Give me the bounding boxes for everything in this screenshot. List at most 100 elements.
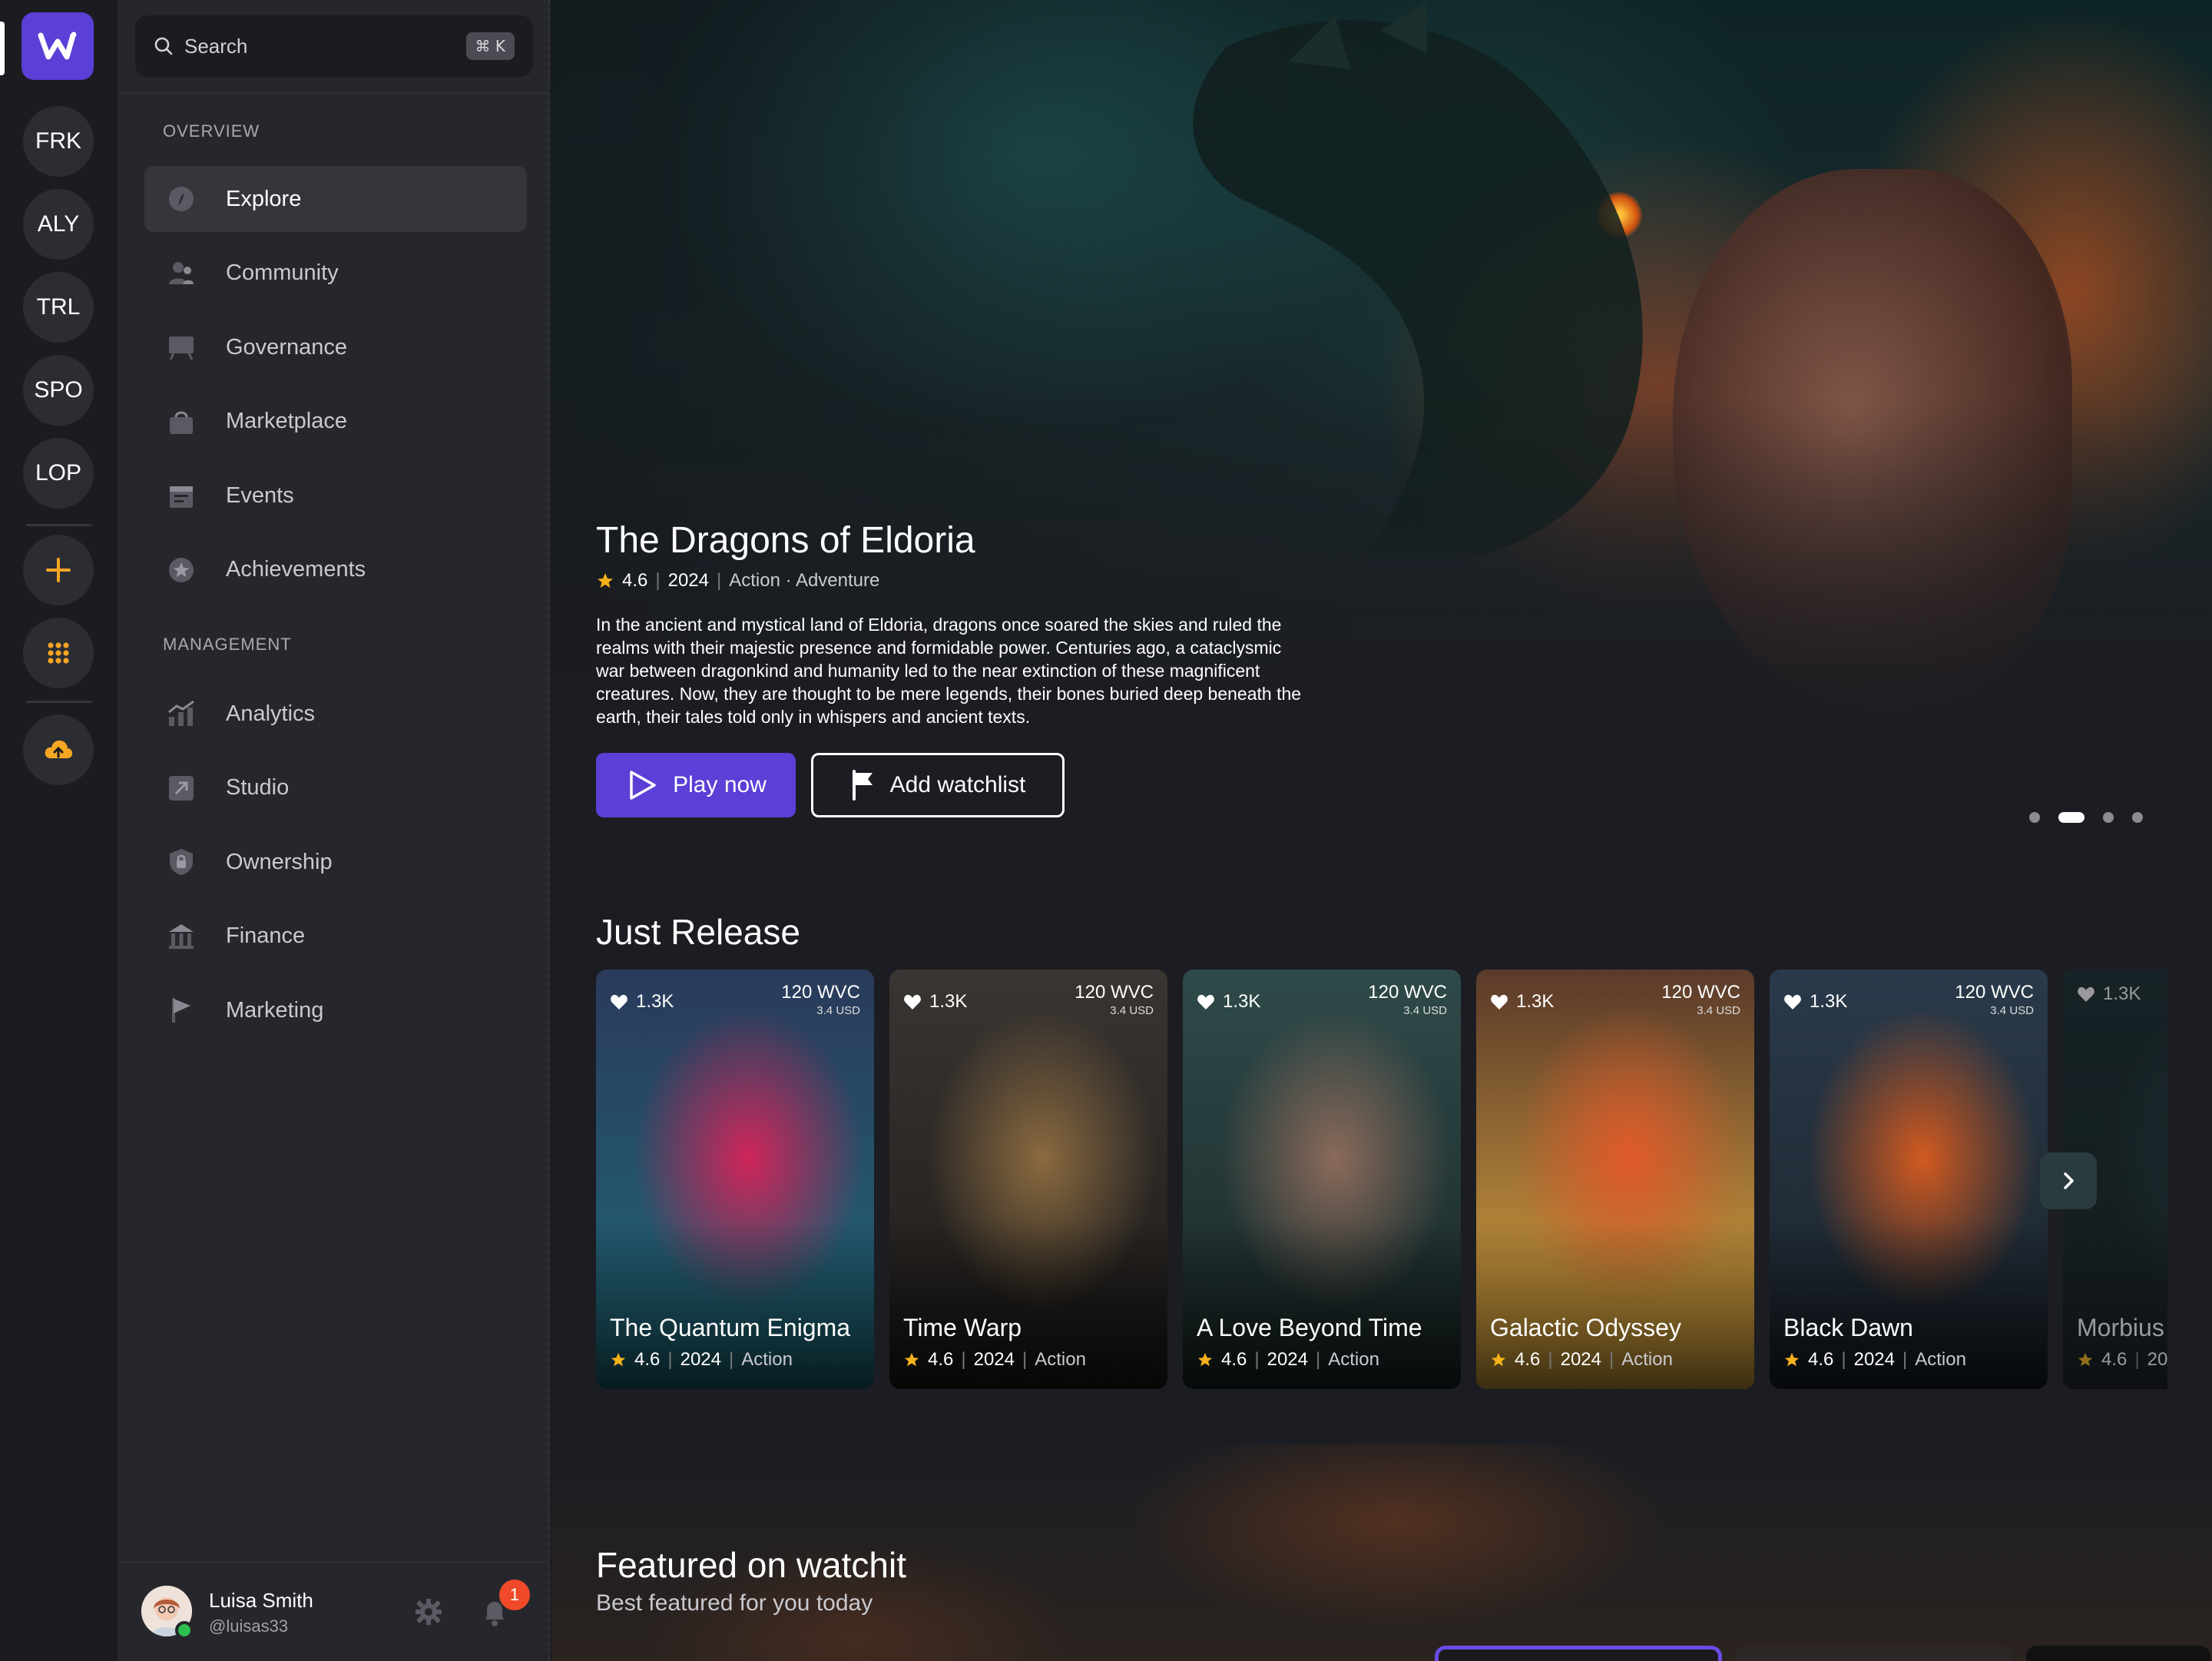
card-price: 120 WVC 3.4 USD (1075, 983, 1154, 1020)
card-year: 20 (2147, 1349, 2167, 1370)
apps-button[interactable] (23, 618, 94, 688)
carousel-dot[interactable] (2029, 812, 2040, 823)
flag-icon (852, 770, 873, 801)
upload-button[interactable] (23, 714, 94, 785)
play-now-button[interactable]: Play now (596, 753, 796, 817)
sidebar-item-analytics[interactable]: Analytics (144, 681, 527, 747)
chevron-right-icon (2064, 1172, 2074, 1189)
card-header: 1.3K 120 WVC 3.4 USD (1783, 983, 2034, 1020)
notification-badge: 1 (499, 1580, 530, 1610)
movie-card[interactable]: 1.3K 120 WVC 3.4 USD Galactic Odyssey 4.6 | 20… (1476, 970, 1754, 1389)
hero-carousel-dots[interactable] (2029, 812, 2143, 823)
compass-icon (166, 184, 197, 214)
card-meta: 4.6 | 2024 | Action (903, 1349, 1086, 1371)
search-icon (154, 37, 173, 55)
meta-separator: | (1841, 1349, 1846, 1370)
card-price-usd: 3.4 USD (1403, 1004, 1447, 1017)
sidebar-item-label: Ownership (226, 849, 333, 874)
meta-separator: | (1548, 1349, 1553, 1370)
just-release-title: Just Release (596, 912, 800, 952)
carousel-next-button[interactable] (2040, 1152, 2097, 1209)
card-likes[interactable]: 1.3K (610, 983, 674, 1020)
card-header: 1.3K 120 WVC 3.4 USD (1197, 983, 1447, 1020)
sidebar-item-explore[interactable]: Explore (144, 166, 527, 232)
card-genre: Action (741, 1349, 793, 1370)
card-title: A Love Beyond Time (1197, 1314, 1422, 1341)
card-header: 1.3K (2077, 983, 2167, 1005)
movie-card[interactable]: 1.3K 120 WVC 3.4 USD Time Warp 4.6 | 2024 | Acti… (889, 970, 1167, 1389)
sidebar-item-events[interactable]: Events (144, 462, 527, 529)
sidebar-item-marketing[interactable]: Marketing (144, 977, 527, 1043)
play-icon (630, 771, 656, 800)
sidebar-item-studio[interactable]: Studio (144, 755, 527, 821)
plus-icon (46, 558, 71, 582)
sidebar-item-label: Events (226, 482, 294, 508)
card-year: 2024 (1853, 1349, 1895, 1370)
sidebar-item-label: Achievements (226, 557, 366, 582)
hero-genres: Action · Adventure (729, 570, 880, 591)
star-icon (2078, 1352, 2093, 1367)
card-likes[interactable]: 1.3K (903, 983, 967, 1020)
section-title-overview: OVERVIEW (163, 121, 260, 141)
server-button-aly[interactable]: ALY (23, 189, 94, 260)
movie-card[interactable]: 1.3K 120 WVC 3.4 USD Black Dawn 4.6 | 2024 | Act… (1770, 970, 2048, 1389)
hero-year: 2024 (667, 570, 709, 591)
logo-w-icon (38, 31, 77, 60)
sidebar-item-community[interactable]: Community (144, 240, 527, 307)
sidebar-item-achievements[interactable]: Achievements (144, 537, 527, 603)
add-server-button[interactable] (23, 535, 94, 605)
card-likes-count: 1.3K (1810, 991, 1848, 1012)
card-rating: 4.6 (2101, 1349, 2128, 1370)
app-logo[interactable] (22, 12, 94, 80)
carousel-dot[interactable] (2058, 812, 2085, 823)
star-icon (1491, 1352, 1506, 1367)
star-badge-icon (166, 555, 197, 585)
movie-card[interactable]: 1.3K 120 WVC 3.4 USD The Quantum Enigma 4.6 |… (596, 970, 874, 1389)
server-button-frk[interactable]: FRK (23, 106, 94, 177)
search-bar[interactable]: Search ⌘ K (135, 15, 533, 77)
online-status-dot (175, 1621, 194, 1639)
add-watchlist-button[interactable]: Add watchlist (811, 753, 1065, 817)
sidebar-item-finance[interactable]: Finance (144, 903, 527, 970)
sidebar-item-label: Governance (226, 334, 347, 360)
featured-title: Featured on watchit (596, 1545, 907, 1585)
server-label: ALY (37, 211, 80, 237)
card-likes-count: 1.3K (1223, 991, 1261, 1012)
heart-icon (1491, 994, 1508, 1010)
card-title: The Quantum Enigma (610, 1314, 851, 1341)
movie-card[interactable]: 1.3K 120 WVC 3.4 USD A Love Beyond Time 4.6 |… (1183, 970, 1461, 1389)
star-icon (1197, 1352, 1213, 1367)
card-likes[interactable]: 1.3K (1490, 983, 1554, 1020)
search-shortcut: ⌘ K (465, 32, 515, 60)
sidebar-item-ownership[interactable]: Ownership (144, 829, 527, 895)
heart-icon (1784, 994, 1801, 1010)
card-year: 2024 (973, 1349, 1015, 1370)
featured-card-peek[interactable] (2026, 1646, 2210, 1661)
card-genre: Action (1915, 1349, 1966, 1370)
carousel-dot[interactable] (2132, 812, 2143, 823)
flag-icon (166, 995, 197, 1026)
card-price: 120 WVC 3.4 USD (1955, 983, 2034, 1020)
search-input[interactable]: Search (184, 35, 466, 58)
featured-subtitle: Best featured for you today (596, 1590, 873, 1616)
sidebar-item-label: Marketplace (226, 409, 347, 433)
card-header: 1.3K 120 WVC 3.4 USD (903, 983, 1154, 1020)
sidebar-item-label: Analytics (226, 701, 316, 726)
featured-card-peek[interactable] (1734, 1646, 2012, 1661)
server-button-lop[interactable]: LOP (23, 438, 94, 509)
card-likes[interactable]: 1.3K (1783, 983, 1847, 1020)
settings-gear-icon[interactable] (413, 1596, 444, 1627)
featured-card-peek[interactable] (1435, 1646, 1722, 1661)
card-price: 120 WVC 3.4 USD (1368, 983, 1447, 1020)
server-button-trl[interactable]: TRL (23, 272, 94, 343)
server-button-spo[interactable]: SPO (23, 355, 94, 426)
card-likes[interactable]: 1.3K (1197, 983, 1260, 1020)
sidebar-item-governance[interactable]: Governance (144, 314, 527, 380)
card-price-wvc: 120 WVC (1955, 982, 2034, 1003)
carousel-dot[interactable] (2103, 812, 2114, 823)
star-icon (1784, 1352, 1800, 1367)
meta-separator: | (961, 1349, 966, 1370)
sidebar-item-marketplace[interactable]: Marketplace (144, 389, 527, 455)
section-title-management: MANAGEMENT (163, 635, 292, 654)
card-likes[interactable]: 1.3K (2077, 983, 2141, 1005)
